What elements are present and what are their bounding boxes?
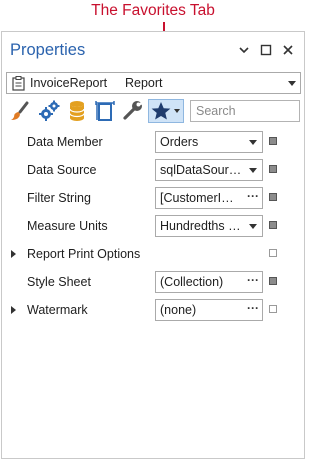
chevron-down-icon[interactable] [249,224,257,229]
property-label: Filter String [27,191,91,205]
property-row[interactable]: Data Source sqlDataSource1 [2,157,304,185]
maximize-icon[interactable] [258,42,274,58]
object-selector[interactable]: InvoiceReport Report [6,72,301,94]
expand-arrow-icon[interactable] [11,250,16,258]
property-label: Data Member [27,135,103,149]
ellipsis-button[interactable]: ··· [247,189,259,203]
tab-layout[interactable] [93,99,117,123]
chevron-down-icon[interactable] [249,140,257,145]
category-toolbar [2,96,304,126]
property-value: Orders [160,135,199,149]
tab-misc[interactable] [121,99,145,123]
brush-icon [11,101,29,120]
property-marker[interactable] [269,165,277,173]
chevron-down-icon[interactable] [236,42,252,58]
layout-icon [95,101,115,121]
gears-icon [39,100,60,121]
property-value-field[interactable]: [CustomerID]... ··· [155,187,263,209]
property-value: Hundredths o... [160,219,242,233]
chevron-down-icon[interactable] [249,168,257,173]
selected-object-name: InvoiceReport [30,76,108,90]
property-row[interactable]: Filter String [CustomerID]... ··· [2,185,304,213]
property-marker[interactable] [269,193,277,201]
property-value: (none) [160,303,197,317]
property-row[interactable]: Watermark (none) ··· [2,297,304,325]
ellipsis-button[interactable]: ··· [247,301,259,315]
property-dropdown[interactable]: Hundredths o... [155,215,263,237]
ellipsis-button[interactable]: ··· [247,273,259,287]
properties-panel: Properties InvoiceReport Report Search D… [1,31,305,459]
database-icon [69,101,85,121]
star-icon [151,102,180,120]
property-label: Data Source [27,163,97,177]
property-label: Style Sheet [27,275,91,289]
property-row[interactable]: Style Sheet (Collection) ··· [2,269,304,297]
report-document-icon [12,76,25,91]
tab-data[interactable] [65,99,89,123]
property-row[interactable]: Report Print Options [2,241,304,269]
property-value: (Collection) [160,275,224,289]
property-marker[interactable] [269,305,277,313]
property-row[interactable]: Measure Units Hundredths o... [2,213,304,241]
property-marker[interactable] [269,277,277,285]
property-marker[interactable] [269,137,277,145]
tab-appearance[interactable] [8,99,32,123]
search-input[interactable] [190,100,300,122]
tab-behavior[interactable] [37,99,61,123]
property-value-field[interactable]: (none) ··· [155,299,263,321]
tab-favorites[interactable] [148,99,184,123]
property-value-field[interactable]: (Collection) ··· [155,271,263,293]
panel-title: Properties [10,41,86,59]
expand-arrow-icon[interactable] [11,306,16,314]
close-icon[interactable] [280,42,296,58]
property-dropdown[interactable]: sqlDataSource1 [155,159,263,181]
property-label: Measure Units [27,219,108,233]
property-label: Report Print Options [27,247,141,261]
property-label: Watermark [27,303,88,317]
chevron-down-icon[interactable] [288,81,296,86]
property-value: [CustomerID]... [160,191,242,205]
property-marker[interactable] [269,249,277,257]
selected-object-type: Report [125,76,163,90]
property-row[interactable]: Data Member Orders [2,129,304,157]
property-dropdown[interactable]: Orders [155,131,263,153]
title-bar: Properties [2,32,304,70]
property-value: sqlDataSource1 [160,163,242,177]
favorites-tab-callout: The Favorites Tab [91,2,215,19]
wrench-icon [123,100,144,120]
property-marker[interactable] [269,221,277,229]
